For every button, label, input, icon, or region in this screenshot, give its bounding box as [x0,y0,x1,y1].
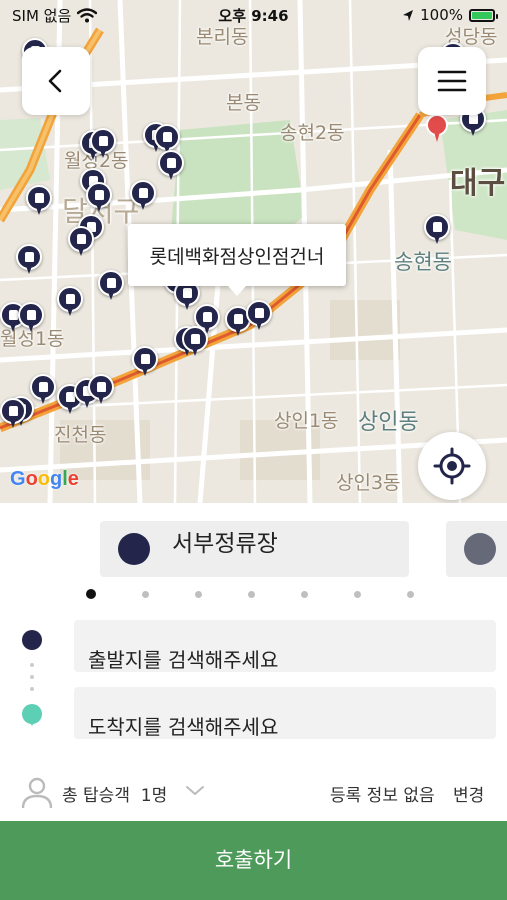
pager-dot[interactable] [354,590,361,598]
pager-dot[interactable] [407,590,414,598]
stop-dot-icon [464,533,496,565]
bus-stop-marker[interactable] [0,398,26,430]
map-label-songhyeon: 송현동 [394,250,452,274]
bus-stop-marker[interactable] [158,150,184,182]
battery-percent: 100% [420,6,463,24]
bus-stop-marker[interactable] [68,226,94,258]
status-bar: SIM 없음 오후 9:46 100% [0,0,507,30]
change-button[interactable]: 변경 [453,781,484,806]
passenger-row: 총 탑승객 1명 등록 정보 없음 변경 [0,775,507,809]
menu-button[interactable] [418,47,486,115]
passenger-label: 총 탑승객 [62,786,130,806]
origin-dot-icon [22,630,42,650]
destination-search-field[interactable]: 도착지를 검색해주세요 [74,687,496,739]
stop-pager [86,589,414,599]
destination-marker[interactable] [426,114,448,146]
map-label-songhyeon2: 송현2동 [280,122,345,144]
call-button[interactable]: 호출하기 [0,821,507,900]
crosshair-location-icon [433,447,471,485]
bus-stop-marker[interactable] [88,374,114,406]
carrier-text: SIM 없음 [12,6,72,25]
pager-dot-active[interactable] [86,589,96,599]
location-arrow-icon [403,9,414,21]
bus-stop-marker[interactable] [98,270,124,302]
map-label-daegu: 대구 [450,166,506,201]
map-label-sangin1: 상인1동 [274,410,339,432]
map-label-sangin3: 상인3동 [336,472,401,494]
passenger-count-selector[interactable]: 총 탑승객 1명 [62,781,167,806]
origin-search-field[interactable]: 출발지를 검색해주세요 [74,620,496,672]
bus-stop-marker[interactable] [86,182,112,214]
map-view[interactable]: 본리동 성당동 본동 송현2동 월성2동 달서구 대구 송현동 월성1동 진천동… [0,0,507,503]
bus-stop-marker[interactable] [26,185,52,217]
pager-dot[interactable] [301,590,308,598]
bus-stop-marker[interactable] [182,326,208,358]
passenger-count: 1명 [140,786,168,806]
bus-stop-marker[interactable] [130,180,156,212]
bus-stop-marker[interactable] [90,128,116,160]
map-label-jincheon: 진천동 [54,424,107,446]
person-icon [21,777,53,809]
my-location-button[interactable] [418,432,486,500]
stop-card-next[interactable] [446,521,507,577]
hamburger-menu-icon [437,70,467,92]
route-connector [30,663,34,691]
bus-stop-marker[interactable] [18,302,44,334]
back-button[interactable] [22,47,90,115]
bottom-panel: 서부정류장 출발지를 검색해주세요 도착지를 검색해주세요 총 탑승객 1명 등… [0,503,507,900]
chevron-left-icon [48,69,62,93]
chevron-down-icon[interactable] [184,779,206,801]
google-logo: Google [10,468,79,490]
bus-stop-marker[interactable] [246,300,272,332]
bus-stop-marker[interactable] [132,346,158,378]
pager-dot[interactable] [248,590,255,598]
registration-info: 등록 정보 없음 [330,786,435,806]
wifi-icon [77,7,98,22]
stop-name: 서부정류장 [172,531,278,557]
selected-stop-tooltip[interactable]: 롯데백화점상인점건너 [128,224,346,296]
stop-card-current[interactable]: 서부정류장 [100,521,409,577]
destination-pin-icon [22,704,42,726]
bus-stop-marker[interactable] [57,286,83,318]
pager-dot[interactable] [142,590,149,598]
pager-dot[interactable] [195,590,202,598]
bus-stop-marker[interactable] [16,244,42,276]
stop-dot-icon [118,533,150,565]
map-label-bon: 본동 [226,92,261,114]
battery-icon [469,8,498,22]
bus-stop-marker[interactable] [424,214,450,246]
map-label-sangin: 상인동 [358,410,419,435]
